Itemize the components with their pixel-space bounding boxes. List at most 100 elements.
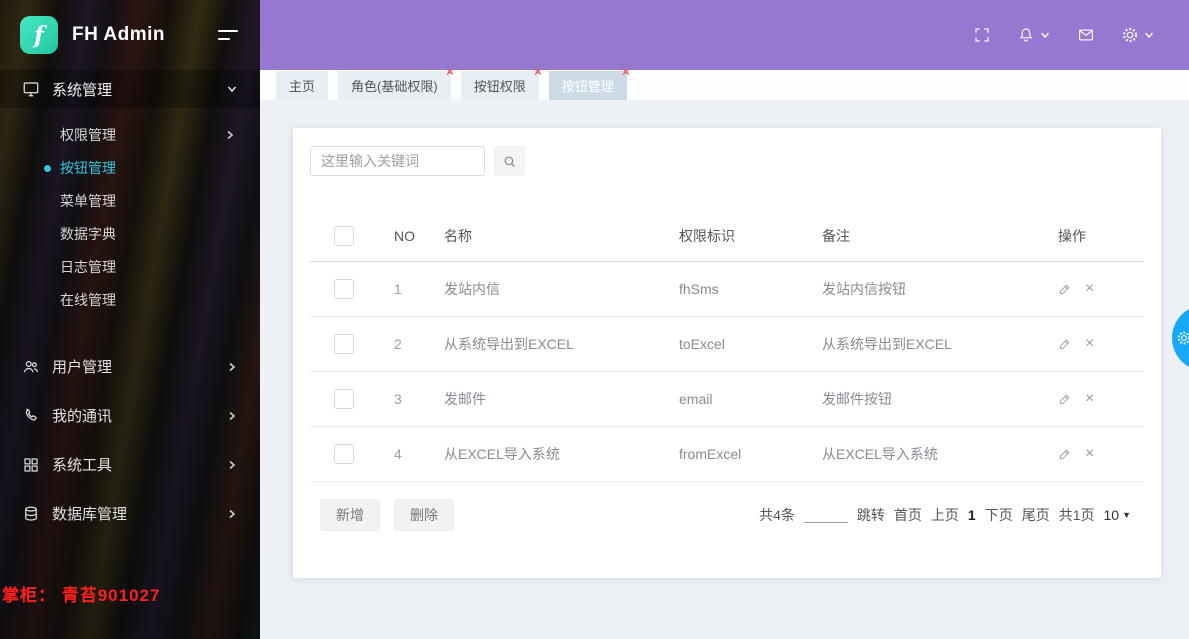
total-pages: 共1页	[1058, 507, 1095, 523]
next-page-link[interactable]: 下页	[985, 505, 1013, 525]
logo-row: f FH Admin	[0, 0, 260, 70]
row-note: 发邮件按钮	[822, 391, 892, 407]
content-card: NO 名称 权限标识 备注 操作 1 发站内信 fhSms 发站内信按钮 ×	[293, 128, 1161, 578]
sidebar-item-label: 系统管理	[52, 81, 113, 99]
sidebar-item-label: 我的通讯	[52, 408, 113, 425]
delete-icon[interactable]: ×	[1085, 446, 1094, 462]
row-no: 3	[394, 391, 402, 407]
sidebar-item-log-management[interactable]: 日志管理	[0, 250, 260, 283]
chevron-down-icon	[1144, 32, 1154, 39]
search-input[interactable]	[310, 146, 485, 176]
row-note: 发站内信按钮	[822, 281, 906, 297]
tab-label: 主页	[289, 78, 316, 94]
settings-button[interactable]	[1121, 26, 1155, 44]
users-icon	[24, 360, 38, 372]
sidebar-item-system-tools[interactable]: 系统工具	[0, 440, 260, 489]
row-checkbox[interactable]	[334, 334, 354, 354]
header-note: 备注	[822, 227, 850, 244]
tab-close-icon[interactable]: ×	[622, 65, 630, 78]
sidebar-item-permission-management[interactable]: 权限管理	[0, 118, 260, 151]
sidebar-item-my-contacts[interactable]: 我的通讯	[0, 391, 260, 440]
delete-icon[interactable]: ×	[1085, 336, 1094, 352]
sidebar-item-database-management[interactable]: 数据库管理	[0, 489, 260, 538]
gear-icon	[1177, 331, 1189, 345]
sidebar-item-label: 数据字典	[60, 225, 116, 242]
chevron-down-icon	[1040, 32, 1050, 39]
theme-settings-handle[interactable]	[1172, 305, 1189, 371]
tab-button-management[interactable]: 按钮管理 ×	[548, 65, 630, 100]
logo-letter: f	[34, 21, 44, 49]
sidebar-item-label: 菜单管理	[60, 192, 116, 209]
header-no: NO	[394, 227, 415, 244]
messages-button[interactable]	[1077, 26, 1095, 44]
mail-icon	[1079, 29, 1093, 41]
sidebar-item-label: 数据库管理	[52, 506, 128, 523]
fullscreen-button[interactable]	[973, 26, 991, 44]
row-note: 从系统导出到EXCEL	[822, 336, 952, 352]
page-jump-input[interactable]	[803, 507, 848, 523]
notifications-button[interactable]	[1017, 26, 1051, 44]
prev-page-link[interactable]: 上页	[931, 505, 959, 525]
first-page-link[interactable]: 首页	[894, 505, 922, 525]
table-row: 3 发邮件 email 发邮件按钮 ×	[310, 372, 1144, 427]
sidebar-item-online-management[interactable]: 在线管理	[0, 283, 260, 316]
sidebar-item-menu-management[interactable]: 菜单管理	[0, 184, 260, 217]
table-header-row: NO 名称 权限标识 备注 操作	[310, 210, 1144, 262]
edit-icon[interactable]	[1058, 392, 1072, 406]
chevron-right-icon	[229, 411, 236, 420]
delete-icon[interactable]: ×	[1085, 391, 1094, 407]
sidebar-item-data-dictionary[interactable]: 数据字典	[0, 217, 260, 250]
sidebar-toggle-icon[interactable]	[218, 30, 240, 40]
row-checkbox[interactable]	[334, 389, 354, 409]
gear-icon	[1122, 27, 1138, 43]
tab-close-icon[interactable]: ×	[446, 65, 454, 78]
sidebar-item-system-management[interactable]: 系统管理	[0, 70, 260, 108]
edit-icon[interactable]	[1058, 447, 1072, 461]
chevron-right-icon	[227, 130, 234, 139]
pagination: 共4条 跳转 首页 上页 1 下页 尾页 共1页 10 ▼	[759, 505, 1131, 525]
sidebar-item-button-management[interactable]: 按钮管理	[0, 151, 260, 184]
header-name: 名称	[444, 227, 472, 244]
sidebar-item-label: 日志管理	[60, 258, 116, 275]
sidebar-item-label: 在线管理	[60, 291, 116, 308]
total-count: 共4条	[759, 507, 795, 523]
tab-label: 角色(基础权限)	[351, 78, 438, 94]
select-all-checkbox[interactable]	[334, 225, 354, 246]
bell-icon	[1019, 28, 1033, 42]
chevron-down-icon	[227, 86, 237, 93]
chevron-right-icon	[229, 460, 236, 469]
row-perm: fhSms	[679, 281, 719, 297]
fullscreen-icon	[975, 28, 989, 42]
edit-icon[interactable]	[1058, 337, 1072, 351]
search-row	[293, 146, 1161, 176]
row-checkbox[interactable]	[334, 444, 354, 464]
row-name: 从系统导出到EXCEL	[444, 336, 574, 352]
delete-icon[interactable]: ×	[1085, 281, 1094, 297]
row-note: 从EXCEL导入系统	[822, 446, 938, 462]
top-header	[260, 0, 1189, 70]
system-submenu: 权限管理 按钮管理 菜单管理 数据字典 日志管理 在线管理	[0, 108, 260, 330]
jump-link[interactable]: 跳转	[857, 505, 885, 525]
add-button[interactable]: 新增	[320, 499, 380, 531]
last-page-link[interactable]: 尾页	[1022, 505, 1050, 525]
sidebar-item-user-management[interactable]: 用户管理	[0, 342, 260, 391]
monitor-icon	[23, 82, 39, 97]
page-size-select[interactable]: 10 ▼	[1104, 507, 1132, 523]
edit-icon[interactable]	[1058, 282, 1072, 296]
app-title: FH Admin	[72, 24, 166, 45]
row-perm: fromExcel	[679, 446, 742, 462]
row-checkbox[interactable]	[334, 279, 354, 299]
tab-button-permission[interactable]: 按钮权限 ×	[460, 65, 542, 100]
sidebar-groups: 用户管理 我的通讯 系统工具 数据库管理	[0, 342, 260, 538]
tab-home[interactable]: 主页	[276, 70, 329, 100]
row-no: 2	[394, 336, 402, 352]
delete-button[interactable]: 删除	[394, 499, 454, 531]
tab-close-icon[interactable]: ×	[534, 65, 542, 78]
row-name: 从EXCEL导入系统	[444, 446, 560, 462]
chevron-right-icon	[229, 362, 236, 371]
search-button[interactable]	[494, 146, 525, 176]
row-name: 发邮件	[444, 391, 486, 407]
row-no: 1	[394, 281, 402, 297]
content-area: NO 名称 权限标识 备注 操作 1 发站内信 fhSms 发站内信按钮 ×	[260, 100, 1189, 639]
tab-role-base-permission[interactable]: 角色(基础权限) ×	[338, 65, 454, 100]
